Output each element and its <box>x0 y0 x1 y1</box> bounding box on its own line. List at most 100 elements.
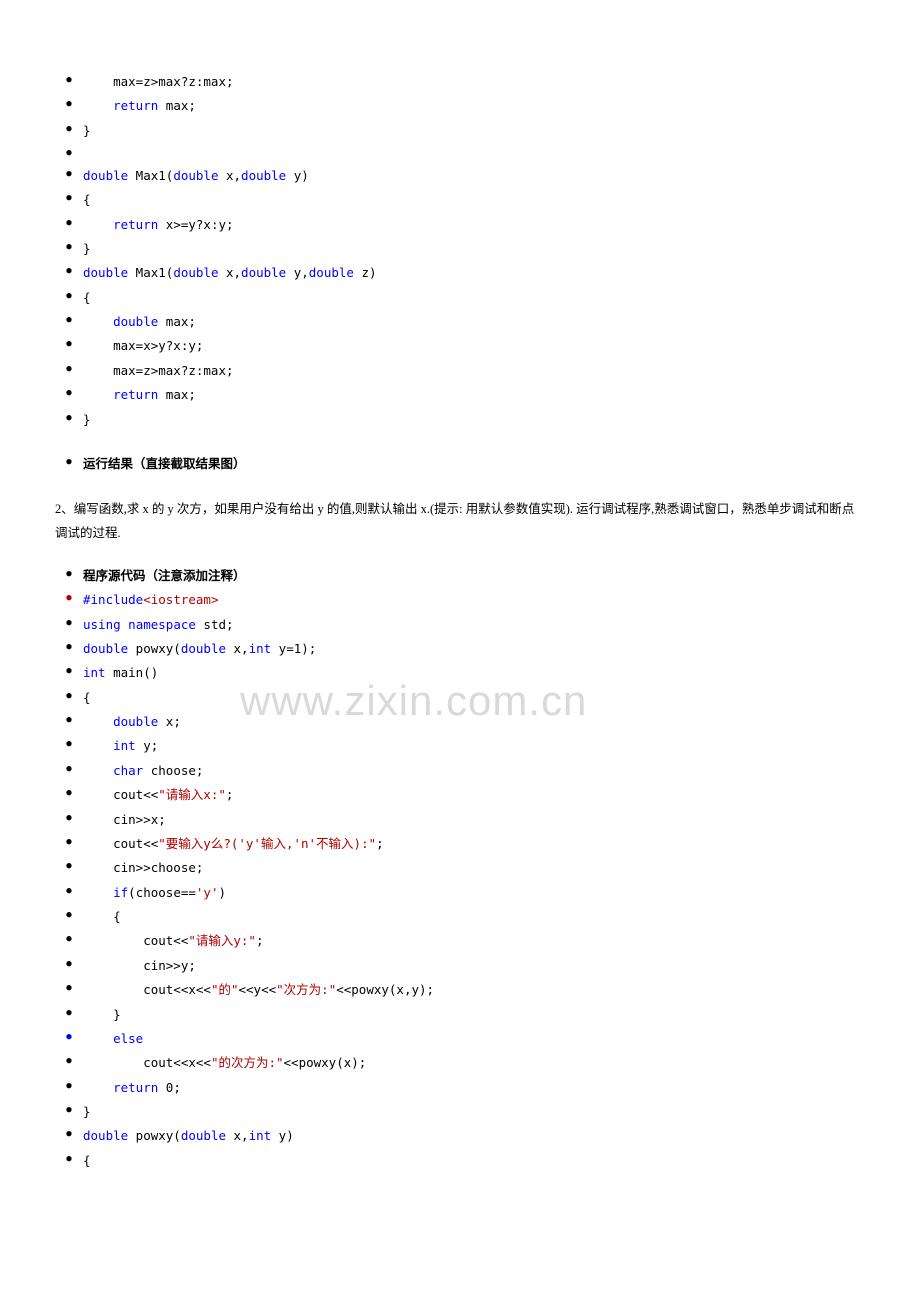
code-text: cout<<"请输入y:"; <box>83 929 865 953</box>
code-line: ● cout<<x<<"的"<<y<<"次方为:"<<powxy(x,y); <box>55 978 865 1002</box>
code-line: ● <box>55 143 865 164</box>
bullet-icon: ● <box>55 452 83 473</box>
bullet-icon: ● <box>55 661 83 682</box>
document-content: ● max=z>max?z:max;● return max;●}●●doubl… <box>55 70 865 1173</box>
code-text: return x>=y?x:y; <box>83 213 865 237</box>
code-line: ● return 0; <box>55 1076 865 1100</box>
bullet-icon: ● <box>55 1051 83 1072</box>
code-line: ●} <box>55 1100 865 1124</box>
heading-text: 程序源代码（注意添加注释） <box>83 564 865 588</box>
code-line: ●} <box>55 408 865 432</box>
bullet-icon: ● <box>55 383 83 404</box>
code-line: ●{ <box>55 686 865 710</box>
code-text: { <box>83 905 865 929</box>
code-line: ●double Max1(double x,double y,double z) <box>55 261 865 285</box>
code-line: ●} <box>55 237 865 261</box>
code-line: ● cout<<"请输入x:"; <box>55 783 865 807</box>
bullet-icon: ● <box>55 856 83 877</box>
code-line: ● return max; <box>55 94 865 118</box>
code-text: cout<<x<<"的"<<y<<"次方为:"<<powxy(x,y); <box>83 978 865 1002</box>
code-text: } <box>83 119 865 143</box>
bullet-icon: ● <box>55 564 83 585</box>
code-text: { <box>83 188 865 212</box>
heading-text: 运行结果（直接截取结果图） <box>83 452 865 476</box>
code-text: max=x>y?x:y; <box>83 334 865 358</box>
code-text: double powxy(double x,int y=1); <box>83 637 865 661</box>
code-line: ●{ <box>55 1149 865 1173</box>
code-text: { <box>83 1149 865 1173</box>
code-line: ● max=z>max?z:max; <box>55 359 865 383</box>
code-text: cout<<x<<"的次方为:"<<powxy(x); <box>83 1051 865 1075</box>
bullet-icon: ● <box>55 881 83 902</box>
code-text: cin>>x; <box>83 808 865 832</box>
bullet-icon: ● <box>55 70 83 91</box>
code-line: ● cout<<"要输入y么?('y'输入,'n'不输入):"; <box>55 832 865 856</box>
bullet-icon: ● <box>55 637 83 658</box>
code-text: { <box>83 686 865 710</box>
code-line: ● else <box>55 1027 865 1051</box>
code-text: cout<<"请输入x:"; <box>83 783 865 807</box>
code-text: max=z>max?z:max; <box>83 359 865 383</box>
code-text: int main() <box>83 661 865 685</box>
code-text: double powxy(double x,int y) <box>83 1124 865 1148</box>
code-line: ● cin>>x; <box>55 808 865 832</box>
code-text: return 0; <box>83 1076 865 1100</box>
bullet-icon: ● <box>55 359 83 380</box>
bullet-icon: ● <box>55 759 83 780</box>
code-line: ● { <box>55 905 865 929</box>
code-line: ● return x>=y?x:y; <box>55 213 865 237</box>
code-line: ● char choose; <box>55 759 865 783</box>
bullet-icon: ● <box>55 408 83 429</box>
code-text: int y; <box>83 734 865 758</box>
code-text: { <box>83 286 865 310</box>
bullet-icon: ● <box>55 783 83 804</box>
code-line: ●} <box>55 119 865 143</box>
bullet-icon: ● <box>55 710 83 731</box>
code-line: ●{ <box>55 286 865 310</box>
code-line: ● if(choose=='y') <box>55 881 865 905</box>
bullet-icon: ● <box>55 978 83 999</box>
code-line: ●int main() <box>55 661 865 685</box>
code-text: double x; <box>83 710 865 734</box>
code-text: double Max1(double x,double y) <box>83 164 865 188</box>
code-text: cin>>choose; <box>83 856 865 880</box>
code-line: ● cout<<x<<"的次方为:"<<powxy(x); <box>55 1051 865 1075</box>
code-line: ●using namespace std; <box>55 613 865 637</box>
code-text: return max; <box>83 94 865 118</box>
bullet-icon: ● <box>55 237 83 258</box>
code-text: } <box>83 1003 865 1027</box>
bullet-icon: ● <box>55 1003 83 1024</box>
code-line: ● cin>>choose; <box>55 856 865 880</box>
code-text: using namespace std; <box>83 613 865 637</box>
code-text: double Max1(double x,double y,double z) <box>83 261 865 285</box>
code-text: cin>>y; <box>83 954 865 978</box>
bullet-icon: ● <box>55 1100 83 1121</box>
code-line: ●double powxy(double x,int y=1); <box>55 637 865 661</box>
bullet-icon: ● <box>55 954 83 975</box>
bullet-icon: ● <box>55 832 83 853</box>
code-line: ● max=x>y?x:y; <box>55 334 865 358</box>
bullet-icon: ● <box>55 261 83 282</box>
code-text: double max; <box>83 310 865 334</box>
code-block-1: ● max=z>max?z:max;● return max;●}●●doubl… <box>55 70 865 432</box>
bullet-icon: ● <box>55 1076 83 1097</box>
code-line: ●#include<iostream> <box>55 588 865 612</box>
code-text: cout<<"要输入y么?('y'输入,'n'不输入):"; <box>83 832 865 856</box>
bullet-icon: ● <box>55 734 83 755</box>
code-block-2: ●#include<iostream>●using namespace std;… <box>55 588 865 1173</box>
bullet-icon: ● <box>55 1149 83 1170</box>
code-text: } <box>83 237 865 261</box>
bullet-icon: ● <box>55 188 83 209</box>
code-text: char choose; <box>83 759 865 783</box>
bullet-icon: ● <box>55 1124 83 1145</box>
bullet-icon: ● <box>55 1027 83 1048</box>
code-line: ● int y; <box>55 734 865 758</box>
code-line: ● max=z>max?z:max; <box>55 70 865 94</box>
code-line: ● cin>>y; <box>55 954 865 978</box>
code-text: #include<iostream> <box>83 588 865 612</box>
bullet-icon: ● <box>55 213 83 234</box>
code-line: ●double Max1(double x,double y) <box>55 164 865 188</box>
code-line: ●{ <box>55 188 865 212</box>
bullet-icon: ● <box>55 613 83 634</box>
bullet-icon: ● <box>55 94 83 115</box>
